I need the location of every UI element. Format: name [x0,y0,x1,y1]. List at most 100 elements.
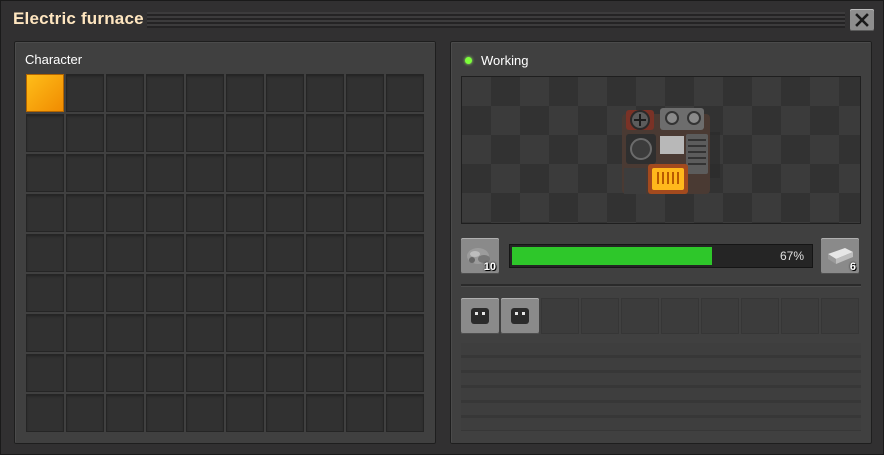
inventory-slot[interactable] [226,234,264,272]
inventory-slot[interactable] [346,354,384,392]
inventory-slot[interactable] [26,194,64,232]
inventory-slot[interactable] [186,394,224,432]
inventory-slot[interactable] [266,154,304,192]
inventory-slot[interactable] [186,274,224,312]
inventory-slot[interactable] [346,154,384,192]
inventory-slot[interactable] [306,354,344,392]
inventory-slot[interactable] [386,394,424,432]
inventory-slot[interactable] [306,194,344,232]
inventory-slot[interactable] [226,74,264,112]
inventory-slot-selected[interactable] [26,74,64,112]
inventory-slot[interactable] [266,234,304,272]
inventory-slot[interactable] [346,74,384,112]
input-slot[interactable]: 10 [461,238,499,274]
inventory-slot[interactable] [346,394,384,432]
inventory-slot[interactable] [26,154,64,192]
inventory-slot[interactable] [306,394,344,432]
inventory-slot[interactable] [266,274,304,312]
inventory-slot[interactable] [66,274,104,312]
inventory-slot[interactable] [266,394,304,432]
inventory-slot[interactable] [106,194,144,232]
inventory-slot[interactable] [66,394,104,432]
inventory-slot[interactable] [306,154,344,192]
inventory-slot[interactable] [226,274,264,312]
output-slot[interactable]: 6 [821,238,859,274]
inventory-slot[interactable] [146,114,184,152]
inventory-slot[interactable] [26,234,64,272]
inventory-slot[interactable] [26,274,64,312]
inventory-slot[interactable] [106,274,144,312]
inventory-slot[interactable] [186,234,224,272]
close-button[interactable] [850,9,874,31]
inventory-slot[interactable] [66,114,104,152]
inventory-slot[interactable] [186,194,224,232]
inventory-slot[interactable] [266,114,304,152]
inventory-slot[interactable] [26,314,64,352]
inventory-slot[interactable] [186,114,224,152]
inventory-slot[interactable] [346,194,384,232]
inventory-slot[interactable] [186,74,224,112]
inventory-slot[interactable] [106,154,144,192]
inventory-slot[interactable] [386,114,424,152]
inventory-slot[interactable] [226,154,264,192]
inventory-slot[interactable] [386,194,424,232]
inventory-slot[interactable] [146,74,184,112]
inventory-slot[interactable] [266,314,304,352]
inventory-slot[interactable] [306,314,344,352]
inventory-slot[interactable] [106,394,144,432]
inventory-slot[interactable] [346,234,384,272]
inventory-slot[interactable] [106,234,144,272]
inventory-slot[interactable] [306,234,344,272]
inventory-slot[interactable] [266,74,304,112]
title-bar[interactable]: Electric furnace [1,1,884,37]
inventory-slot[interactable] [26,354,64,392]
inventory-slot[interactable] [66,194,104,232]
inventory-slot[interactable] [306,74,344,112]
inventory-slot[interactable] [146,194,184,232]
module-slot[interactable] [461,298,499,334]
inventory-slot[interactable] [346,314,384,352]
inventory-slot[interactable] [186,154,224,192]
inventory-slot[interactable] [66,354,104,392]
inventory-slot[interactable] [346,114,384,152]
inventory-slot[interactable] [266,194,304,232]
status-indicator: Working [465,53,528,68]
inventory-slot[interactable] [186,354,224,392]
inventory-slot[interactable] [386,154,424,192]
inventory-slot[interactable] [226,194,264,232]
inventory-slot[interactable] [146,234,184,272]
inventory-slot[interactable] [346,274,384,312]
inventory-slot[interactable] [146,274,184,312]
inventory-slot[interactable] [386,74,424,112]
inventory-slot[interactable] [266,354,304,392]
inventory-slot[interactable] [386,314,424,352]
inventory-slot[interactable] [106,114,144,152]
inventory-slot[interactable] [146,394,184,432]
inventory-slot[interactable] [26,394,64,432]
inventory-slot[interactable] [386,354,424,392]
inventory-slot[interactable] [226,354,264,392]
inventory-slot[interactable] [66,74,104,112]
drag-handle[interactable] [147,12,845,28]
inventory-slot[interactable] [306,114,344,152]
inventory-slot[interactable] [226,114,264,152]
inventory-slot[interactable] [186,314,224,352]
inventory-slot[interactable] [146,154,184,192]
inventory-slot[interactable] [226,314,264,352]
inventory-slot[interactable] [146,314,184,352]
inventory-slot[interactable] [106,314,144,352]
inventory-slot[interactable] [66,154,104,192]
inventory-slot[interactable] [306,274,344,312]
module-slot[interactable] [501,298,539,334]
entity-preview[interactable] [461,76,861,224]
inventory-slot[interactable] [106,354,144,392]
inventory-slot[interactable] [66,314,104,352]
inventory-slot[interactable] [106,74,144,112]
inventory-slot[interactable] [386,274,424,312]
inventory-slot[interactable] [66,234,104,272]
inventory-slot[interactable] [26,114,64,152]
status-text: Working [481,53,529,68]
inventory-slot[interactable] [386,234,424,272]
inventory-slot[interactable] [146,354,184,392]
inventory-slot[interactable] [226,394,264,432]
